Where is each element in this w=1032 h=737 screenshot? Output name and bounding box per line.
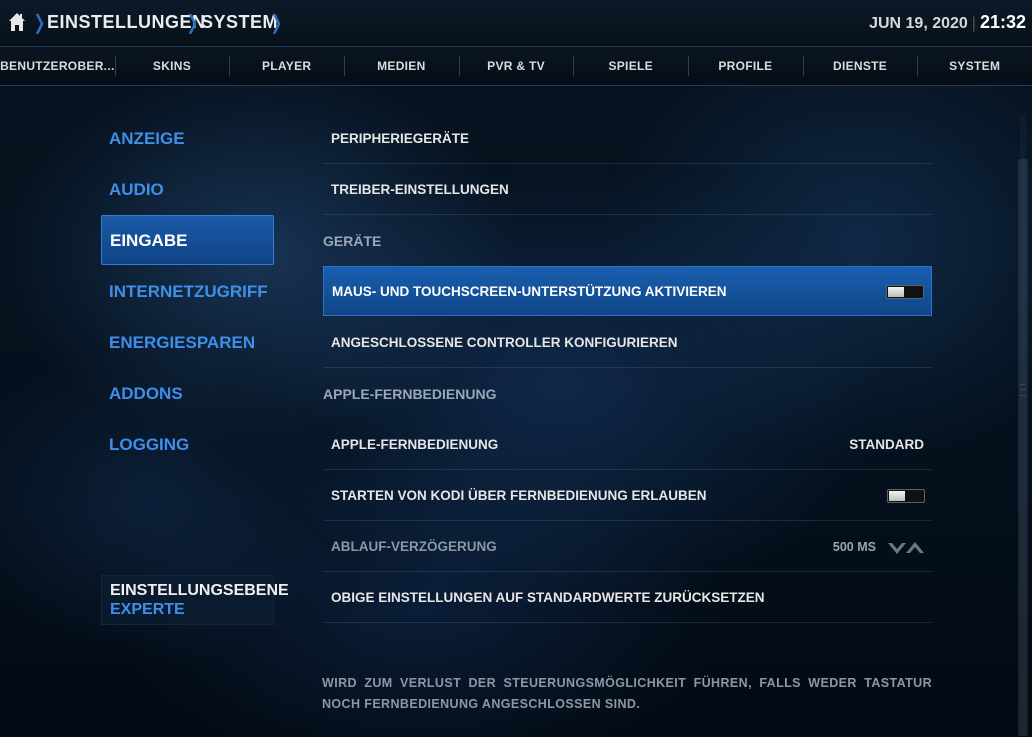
scrollbar-grip-icon: [1020, 384, 1026, 396]
toggle-knob: [888, 287, 904, 297]
scrollbar-thumb[interactable]: [1018, 159, 1028, 736]
setting-kodi-fernbedienung-starten[interactable]: STARTEN VON KODI ÜBER FERNBEDIENUNG ERLA…: [323, 471, 932, 521]
setting-peripheriegeraete[interactable]: PERIPHERIEGERÄTE: [323, 114, 932, 164]
settings-level-label: EINSTELLUNGSEBENE: [110, 582, 289, 599]
header-bar: ❭ EINSTELLUNGEN ❭ SYSTEM ❭ JUN 19, 2020 |…: [0, 0, 1032, 47]
setting-treiber-einstellungen[interactable]: TREIBER-EINSTELLUNGEN: [323, 165, 932, 215]
sidebar-item-addons[interactable]: ADDONS: [101, 369, 274, 419]
settings-level-button[interactable]: EINSTELLUNGSEBENE EXPERTE: [101, 575, 289, 625]
breadcrumb-separator-icon: ❭: [268, 10, 285, 34]
sidebar-item-anzeige[interactable]: ANZEIGE: [101, 114, 274, 164]
setting-maus-touchscreen[interactable]: MAUS- UND TOUCHSCREEN-UNTERSTÜTZUNG AKTI…: [323, 266, 932, 316]
section-header-label: GERÄTE: [323, 233, 382, 249]
tab-spiele[interactable]: SPIELE: [573, 47, 688, 85]
breadcrumb-separator-icon: ❭: [184, 10, 201, 34]
tab-system[interactable]: SYSTEM: [917, 47, 1032, 85]
setting-label: PERIPHERIEGERÄTE: [331, 131, 470, 146]
date-text: JUN 19, 2020: [869, 15, 968, 32]
toggle-switch[interactable]: [887, 489, 925, 503]
toggle-knob: [889, 491, 905, 501]
spinner-arrows-icon[interactable]: [888, 541, 924, 555]
setting-label: ABLAUF-VERZÖGERUNG: [331, 539, 497, 554]
setting-label: OBIGE EINSTELLUNGEN AUF STANDARDWERTE ZU…: [331, 590, 765, 605]
sidebar-item-logging[interactable]: LOGGING: [101, 420, 274, 470]
setting-label: STARTEN VON KODI ÜBER FERNBEDIENUNG ERLA…: [331, 488, 707, 503]
sidebar-item-audio[interactable]: AUDIO: [101, 165, 274, 215]
setting-label: MAUS- UND TOUCHSCREEN-UNTERSTÜTZUNG AKTI…: [332, 284, 727, 299]
settings-level-value: EXPERTE: [110, 601, 185, 618]
clock: JUN 19, 2020 | 21:32: [869, 12, 1026, 33]
scrollbar[interactable]: [1017, 114, 1029, 736]
setting-apple-fernbedienung[interactable]: APPLE-FERNBEDIENUNG STANDARD: [323, 420, 932, 470]
breadcrumb-item-system: SYSTEM: [201, 12, 279, 32]
setting-value: 500 MS: [832, 540, 876, 554]
breadcrumb-item-einstellungen[interactable]: EINSTELLUNGEN: [47, 12, 206, 33]
section-header-label: APPLE-FERNBEDIENUNG: [323, 386, 497, 402]
setting-label: TREIBER-EINSTELLUNGEN: [331, 182, 509, 197]
time-text: 21:32: [979, 12, 1026, 32]
section-header-apple-fernbedienung: APPLE-FERNBEDIENUNG: [323, 369, 932, 419]
tab-player[interactable]: PLAYER: [229, 47, 344, 85]
sidebar-item-energiesparen[interactable]: ENERGIESPAREN: [101, 318, 274, 368]
sidebar-item-internetzugriff[interactable]: INTERNETZUGRIFF: [101, 267, 274, 317]
category-tabs: BENUTZEROBER... SKINS PLAYER MEDIEN PVR …: [0, 47, 1032, 86]
clock-divider: |: [971, 15, 976, 32]
tab-medien[interactable]: MEDIEN: [344, 47, 459, 85]
breadcrumb-separator-icon: ❭: [31, 10, 48, 34]
toggle-switch[interactable]: [886, 285, 924, 299]
tab-skins[interactable]: SKINS: [114, 47, 230, 85]
tab-benutzeroberflaeche[interactable]: BENUTZEROBER...: [0, 47, 115, 85]
setting-value: STANDARD: [849, 437, 924, 452]
setting-ablauf-verzoegerung[interactable]: ABLAUF-VERZÖGERUNG 500 MS: [323, 522, 932, 572]
tab-pvr-tv[interactable]: PVR & TV: [458, 47, 574, 85]
sidebar-item-eingabe[interactable]: EINGABE: [101, 215, 274, 265]
setting-description: WIRD ZUM VERLUST DER STEUERUNGSMÖGLICHKE…: [322, 676, 932, 711]
setting-standardwerte-zuruecksetzen[interactable]: OBIGE EINSTELLUNGEN AUF STANDARDWERTE ZU…: [323, 573, 932, 623]
setting-controller-konfigurieren[interactable]: ANGESCHLOSSENE CONTROLLER KONFIGURIEREN: [323, 318, 932, 368]
setting-label: ANGESCHLOSSENE CONTROLLER KONFIGURIEREN: [331, 335, 678, 350]
tab-dienste[interactable]: DIENSTE: [802, 47, 918, 85]
setting-label: APPLE-FERNBEDIENUNG: [331, 437, 499, 452]
home-icon[interactable]: [8, 12, 26, 32]
tab-profile[interactable]: PROFILE: [688, 47, 803, 85]
section-header-geraete: GERÄTE: [323, 216, 932, 266]
